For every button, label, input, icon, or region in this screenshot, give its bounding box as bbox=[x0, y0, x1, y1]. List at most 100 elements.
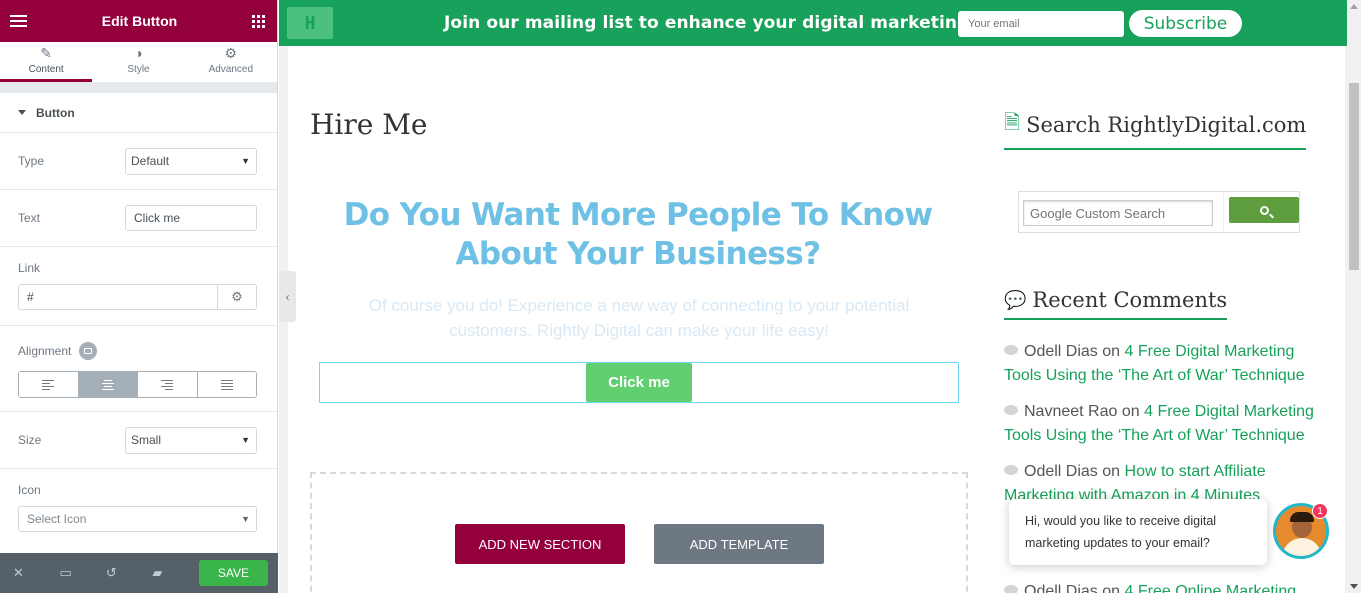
page-title: Hire Me bbox=[310, 108, 428, 141]
comments-widget-title-text: Recent Comments bbox=[1032, 288, 1228, 312]
google-search-box bbox=[1018, 191, 1300, 233]
align-left-icon bbox=[42, 379, 55, 390]
list-item: Odell Dias on 4 Free Digital Marketing T… bbox=[1004, 340, 1314, 388]
size-value: Small bbox=[131, 433, 162, 447]
section-toggle-button[interactable]: Button bbox=[0, 93, 277, 133]
comment-bubble-icon bbox=[1004, 345, 1018, 355]
divider bbox=[1223, 192, 1224, 232]
button-widget[interactable]: Click me bbox=[319, 362, 959, 403]
type-control: Type Default ▼ bbox=[0, 133, 277, 190]
divider bbox=[0, 83, 277, 93]
search-button[interactable] bbox=[1229, 197, 1299, 223]
comment-on: on bbox=[1102, 463, 1121, 480]
list-item: Navneet Rao on 4 Free Digital Marketing … bbox=[1004, 400, 1314, 448]
panel-tabs: ✎ Content ◑ Style ⚙ Advanced bbox=[0, 42, 277, 83]
avatar-hair bbox=[1290, 512, 1314, 522]
collapse-panel-button[interactable]: ‹ bbox=[279, 271, 296, 322]
pencil-icon: ✎ bbox=[40, 45, 53, 61]
scrollbar[interactable] bbox=[1347, 0, 1361, 593]
scrollbar-thumb[interactable] bbox=[1349, 83, 1359, 270]
scroll-up-icon[interactable] bbox=[1350, 4, 1358, 9]
dropdown-arrow-icon: ▼ bbox=[241, 435, 250, 445]
comment-author: Navneet Rao bbox=[1024, 403, 1118, 420]
responsive-mode-icon[interactable]: ▭ bbox=[59, 565, 105, 581]
comments-icon: 💬 bbox=[1004, 289, 1027, 311]
dropdown-arrow-icon: ▼ bbox=[241, 156, 250, 166]
panel-footer: ✕ ▭ ↺ ▰ SAVE bbox=[0, 553, 278, 593]
comment-on: on bbox=[1102, 343, 1121, 360]
add-template-button[interactable]: ADD TEMPLATE bbox=[654, 524, 824, 564]
caret-down-icon bbox=[18, 110, 26, 115]
avatar-body bbox=[1282, 538, 1322, 556]
align-center-icon bbox=[101, 379, 114, 390]
close-icon[interactable]: ✕ bbox=[13, 565, 59, 581]
add-section-dropzone[interactable]: ADD NEW SECTION ADD TEMPLATE bbox=[310, 472, 968, 593]
comment-on: on bbox=[1102, 583, 1121, 593]
contrast-icon: ◑ bbox=[134, 45, 143, 61]
search-icon bbox=[1259, 205, 1269, 215]
comments-widget-title: 💬 Recent Comments bbox=[1004, 288, 1228, 320]
dropdown-arrow-icon: ▼ bbox=[241, 514, 250, 524]
preview-area: H Join our mailing list to enhance your … bbox=[279, 0, 1361, 593]
link-input[interactable] bbox=[18, 284, 218, 310]
align-justify-button[interactable] bbox=[197, 372, 256, 397]
type-value: Default bbox=[131, 154, 170, 168]
icon-label: Icon bbox=[18, 483, 41, 497]
icon-control: Icon Select Icon ▼ bbox=[0, 469, 277, 549]
email-field[interactable] bbox=[958, 11, 1124, 37]
comment-author: Odell Dias bbox=[1024, 463, 1098, 480]
hero-headline[interactable]: Do You Want More People To Know About Yo… bbox=[319, 196, 957, 274]
alignment-control: Alignment bbox=[0, 326, 277, 412]
chat-popup[interactable]: Hi, would you like to receive digital ma… bbox=[1009, 499, 1267, 565]
tab-advanced[interactable]: ⚙ Advanced bbox=[185, 42, 277, 82]
panel-title: Edit Button bbox=[101, 13, 178, 29]
menu-icon[interactable] bbox=[10, 12, 27, 30]
mailing-list-message: Join our mailing list to enhance your di… bbox=[444, 13, 1025, 33]
scroll-down-icon[interactable] bbox=[1350, 584, 1358, 589]
tab-content[interactable]: ✎ Content bbox=[0, 42, 93, 82]
notification-badge: 1 bbox=[1312, 503, 1328, 519]
tab-content-label: Content bbox=[28, 64, 64, 75]
link-options-gear-icon[interactable]: ⚙ bbox=[218, 284, 257, 310]
size-select[interactable]: Small ▼ bbox=[125, 426, 257, 454]
hero-subtext[interactable]: Of course you do! Experience a new way o… bbox=[329, 293, 949, 343]
list-item: Odell Dias on 4 Free Online Marketing bbox=[1004, 580, 1314, 593]
comment-on: on bbox=[1121, 403, 1140, 420]
text-input[interactable] bbox=[125, 205, 257, 231]
align-right-icon bbox=[161, 379, 174, 390]
align-center-button[interactable] bbox=[78, 372, 138, 397]
folder-icon[interactable]: ▰ bbox=[152, 565, 198, 581]
responsive-desktop-icon[interactable] bbox=[79, 342, 98, 360]
add-new-section-button[interactable]: ADD NEW SECTION bbox=[455, 524, 625, 564]
icon-select[interactable]: Select Icon ▼ bbox=[18, 506, 257, 532]
align-justify-icon bbox=[220, 379, 233, 390]
comment-bubble-icon bbox=[1004, 585, 1018, 593]
search-widget-title-text: Search RightlyDigital.com bbox=[1026, 113, 1307, 137]
tab-style-label: Style bbox=[127, 64, 150, 75]
tab-style[interactable]: ◑ Style bbox=[92, 42, 184, 82]
site-logo[interactable]: H bbox=[287, 7, 333, 39]
comment-author: Odell Dias bbox=[1024, 343, 1098, 360]
align-right-button[interactable] bbox=[138, 372, 198, 397]
comment-post-link[interactable]: 4 Free Online Marketing bbox=[1125, 583, 1297, 593]
comment-bubble-icon bbox=[1004, 405, 1018, 415]
type-select[interactable]: Default ▼ bbox=[125, 147, 257, 175]
mailing-list-bar: H Join our mailing list to enhance your … bbox=[279, 0, 1347, 46]
widgets-grid-icon[interactable] bbox=[251, 14, 265, 28]
save-button[interactable]: SAVE bbox=[198, 560, 268, 586]
click-me-button[interactable]: Click me bbox=[586, 363, 692, 402]
type-label: Type bbox=[18, 154, 45, 168]
alignment-choices bbox=[18, 371, 257, 398]
align-left-button[interactable] bbox=[19, 372, 79, 397]
history-icon[interactable]: ↺ bbox=[106, 565, 152, 581]
panel-header: Edit Button bbox=[0, 0, 277, 42]
comment-author: Odell Dias bbox=[1024, 583, 1098, 593]
comment-bubble-icon bbox=[1004, 465, 1018, 475]
search-widget-title: 🗎 Search RightlyDigital.com bbox=[1004, 108, 1307, 150]
section-title: Button bbox=[36, 105, 75, 120]
text-label: Text bbox=[18, 211, 41, 225]
subscribe-button[interactable]: Subscribe bbox=[1129, 10, 1242, 37]
search-input[interactable] bbox=[1023, 200, 1213, 226]
link-control: Link ⚙ bbox=[0, 247, 277, 326]
document-icon: 🗎 bbox=[1004, 110, 1021, 134]
